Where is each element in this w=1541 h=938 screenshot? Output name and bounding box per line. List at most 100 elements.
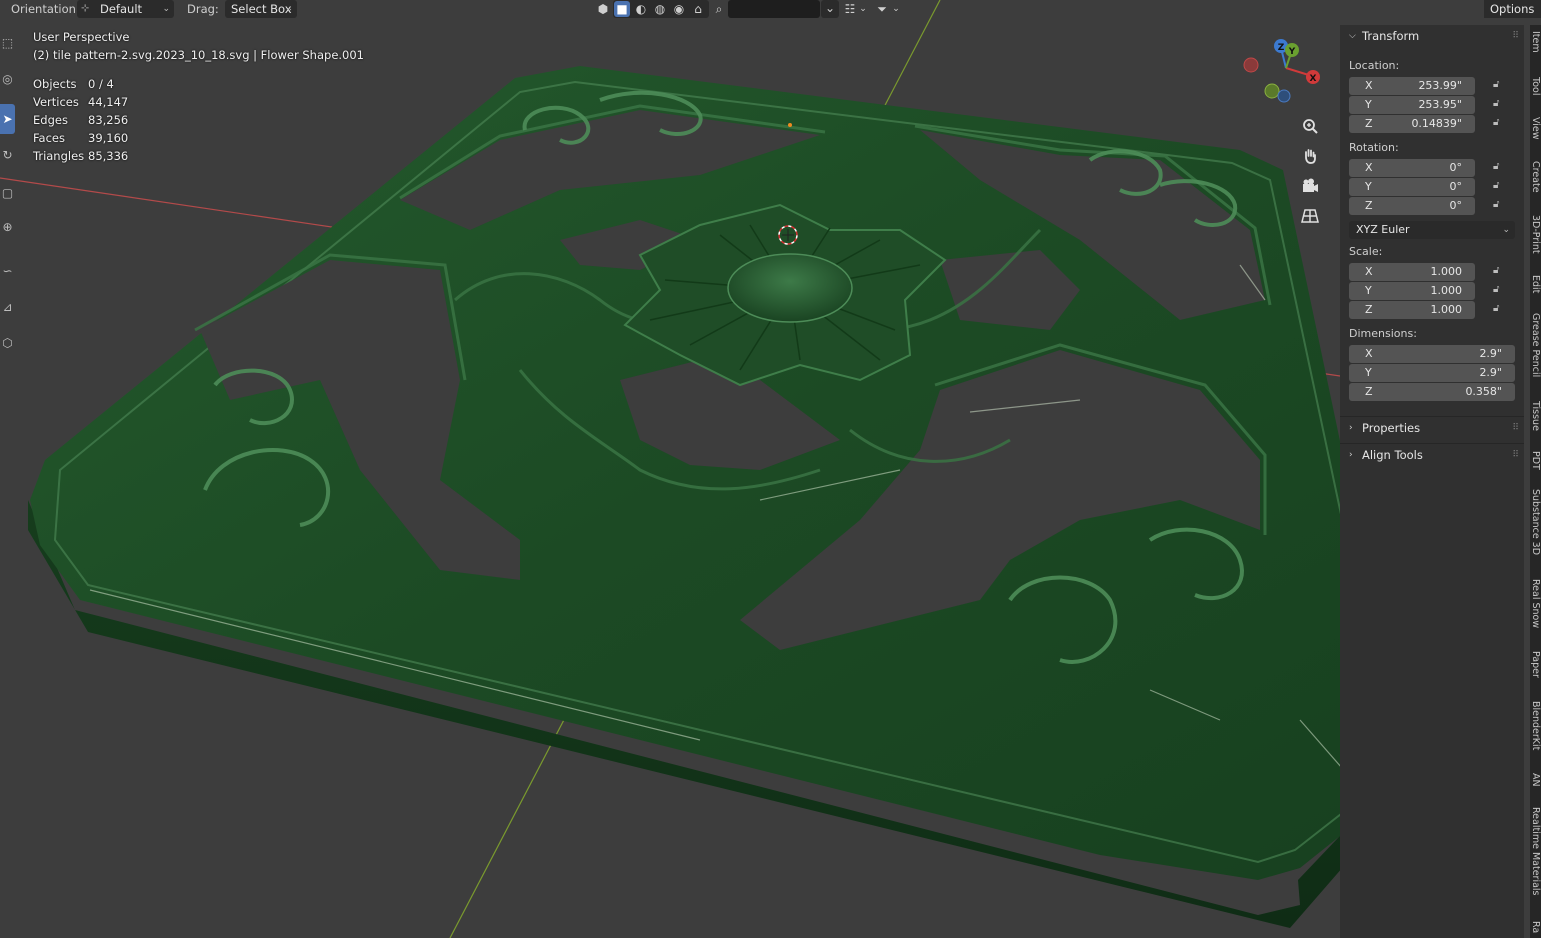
tab-grease-pencil[interactable]: Grease Pencil [1530, 313, 1541, 387]
gizmo-x-label: X [1310, 74, 1317, 84]
tab-tissue[interactable]: Tissue [1530, 401, 1541, 437]
zoom-icon[interactable] [1299, 115, 1321, 137]
scale-tool-icon[interactable]: ▢ [0, 178, 15, 208]
lock-icon[interactable]: 🔓︎ [1493, 180, 1499, 191]
gizmo-y-label: Y [1288, 47, 1296, 57]
axis-label: Z [1365, 117, 1373, 130]
gizmo-z-label: Z [1278, 43, 1285, 53]
move-tool-icon[interactable]: ➤ [0, 104, 15, 134]
shading-matcap-icon[interactable]: ◐ [633, 1, 649, 17]
tab-an[interactable]: AN [1530, 773, 1541, 793]
chevron-right-icon: › [1349, 423, 1353, 433]
shading-material-icon[interactable]: ◍ [652, 1, 668, 17]
camera-view-icon[interactable] [1299, 175, 1321, 197]
drag-grip-icon[interactable]: ⠿ [1512, 417, 1519, 439]
tab-view[interactable]: View [1530, 117, 1541, 145]
dimensions-x-field[interactable]: X 2.9" [1349, 345, 1515, 363]
search-icon[interactable]: ⌕ [711, 1, 727, 17]
field-value: 0° [1449, 199, 1463, 212]
drag-label: Drag: [187, 2, 219, 16]
tab-edit[interactable]: Edit [1530, 275, 1541, 299]
location-y-field[interactable]: Y 253.95" [1349, 96, 1475, 114]
shading-rendered-icon[interactable]: ◉ [671, 1, 687, 17]
scale-label: Scale: [1349, 245, 1383, 258]
options-dropdown[interactable]: Options [1484, 0, 1541, 18]
align-tools-panel-header[interactable]: › Align Tools ⠿ [1340, 443, 1524, 466]
chevron-down-icon: ⌄ [285, 4, 293, 14]
tab-item[interactable]: Item [1530, 31, 1541, 61]
transform-tool-icon[interactable]: ⊕ [0, 212, 15, 242]
tab-blenderkit[interactable]: BlenderKit [1530, 701, 1541, 759]
tab-3d-print[interactable]: 3D-Print [1530, 215, 1541, 261]
collection-tree-icon[interactable]: ☷ [842, 1, 858, 17]
orientation-value: Default [100, 2, 143, 16]
tab-realtime-materials[interactable]: Realtime Materials [1530, 807, 1541, 907]
axis-label: Y [1365, 284, 1372, 297]
location-z-field[interactable]: Z 0.14839" [1349, 115, 1475, 133]
xray-toggle-icon[interactable]: ⬢ [595, 1, 611, 17]
lock-icon[interactable]: 🔓︎ [1493, 117, 1499, 128]
axis-label: X [1365, 347, 1373, 360]
pan-hand-icon[interactable] [1299, 145, 1321, 167]
filter-icon[interactable]: ⏷ [874, 1, 890, 17]
object-origin-dot [788, 123, 792, 127]
rotate-tool-icon[interactable]: ↻ [0, 140, 15, 170]
drag-grip-icon[interactable]: ⠿ [1512, 25, 1519, 47]
tab-real-snow[interactable]: Real Snow [1530, 579, 1541, 637]
active-object-info: (2) tile pattern-2.svg.2023_10_18.svg | … [33, 48, 365, 62]
lock-icon[interactable]: 🔓︎ [1493, 79, 1499, 90]
stat-value: 0 / 4 [88, 77, 114, 91]
orientation-axes-icon: ⊹ [81, 3, 90, 14]
annotate-tool-icon[interactable]: ∽ [0, 256, 15, 286]
perspective-ortho-grid-icon[interactable] [1299, 205, 1321, 227]
axis-label: Y [1365, 366, 1372, 379]
add-cube-tool-icon[interactable]: ⬡ [0, 328, 15, 358]
axis-label: Z [1365, 199, 1373, 212]
orientation-dropdown[interactable]: ⊹ Default ⌄ [77, 0, 174, 18]
scale-z-field[interactable]: Z 1.000 [1349, 301, 1475, 319]
stat-value: 83,256 [88, 113, 129, 127]
tab-tool[interactable]: Tool [1530, 77, 1541, 101]
drag-grip-icon[interactable]: ⠿ [1512, 444, 1519, 466]
properties-panel-header[interactable]: › Properties ⠿ [1340, 416, 1524, 439]
transform-panel-header[interactable]: ⌵ Transform ⠿ [1340, 25, 1524, 47]
shading-solid-icon[interactable]: ■ [614, 1, 630, 17]
lock-icon[interactable]: 🔓︎ [1493, 199, 1499, 210]
scale-x-field[interactable]: X 1.000 [1349, 263, 1475, 281]
tab-pdt[interactable]: PDT [1530, 451, 1541, 475]
tab-create[interactable]: Create [1530, 161, 1541, 201]
field-value: 1.000 [1430, 303, 1463, 316]
cursor-tool-icon[interactable]: ◎ [0, 64, 15, 94]
tab-ra[interactable]: Ra [1530, 921, 1541, 938]
scale-y-field[interactable]: Y 1.000 [1349, 282, 1475, 300]
chevron-down-icon[interactable]: ⌄ [858, 1, 868, 17]
chevron-down-icon: ⌄ [1502, 225, 1510, 235]
location-x-field[interactable]: X 253.99" [1349, 77, 1475, 95]
dimensions-z-field[interactable]: Z 0.358" [1349, 383, 1515, 401]
3d-viewport[interactable]: Z Y X User Perspective (2) tile pattern-… [0, 0, 1541, 938]
transform-title: Transform [1362, 29, 1420, 43]
tab-substance-3d[interactable]: Substance 3D [1530, 489, 1541, 565]
rotation-y-field[interactable]: Y 0° [1349, 178, 1475, 196]
tab-paper[interactable]: Paper [1530, 651, 1541, 687]
lock-icon[interactable]: 🔓︎ [1493, 98, 1499, 109]
sidebar-panel: ⌵ Transform ⠿ Location: X 253.99" Y 253.95… [1340, 25, 1524, 938]
viewport-header: Orientation: ⊹ Default ⌄ Drag: Select Bo… [0, 0, 1541, 19]
rotation-x-field[interactable]: X 0° [1349, 159, 1475, 177]
lock-icon[interactable]: 🔓︎ [1493, 161, 1499, 172]
lock-icon[interactable]: 🔓︎ [1493, 265, 1499, 276]
select-box-tool-icon[interactable]: ⬚ [0, 28, 15, 58]
view-dropdown[interactable]: ⌄ [821, 0, 839, 18]
overlay-icon[interactable]: ⌂ [690, 1, 706, 17]
viewport-search-input[interactable] [728, 0, 820, 18]
rotation-z-field[interactable]: Z 0° [1349, 197, 1475, 215]
lock-icon[interactable]: 🔓︎ [1493, 303, 1499, 314]
lock-icon[interactable]: 🔓︎ [1493, 284, 1499, 295]
measure-tool-icon[interactable]: ⊿ [0, 292, 15, 322]
field-value: 0.14839" [1411, 117, 1462, 130]
drag-dropdown[interactable]: Select Box ⌄ [225, 0, 297, 18]
chevron-down-icon: ⌄ [824, 1, 836, 15]
chevron-down-icon[interactable]: ⌄ [891, 1, 901, 17]
dimensions-y-field[interactable]: Y 2.9" [1349, 364, 1515, 382]
rotation-mode-select[interactable]: XYZ Euler ⌄ [1349, 221, 1515, 239]
